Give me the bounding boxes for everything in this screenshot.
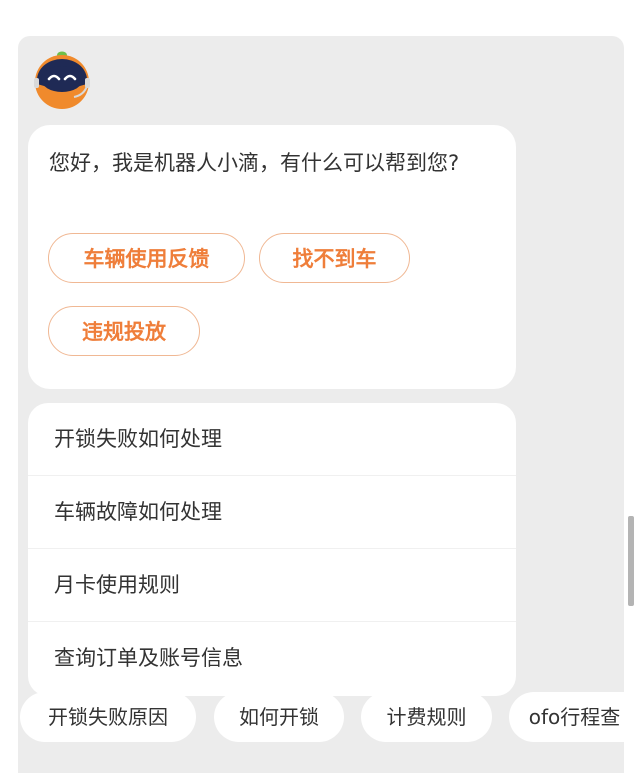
quick-action-cannot-find-bike[interactable]: 找不到车 [259,233,410,283]
greeting-text: 您好，我是机器人小滴，有什么可以帮到您? [49,151,460,175]
robot-avatar-icon [30,48,94,112]
quick-action-illegal-placement[interactable]: 违规投放 [48,306,200,356]
quick-action-vehicle-feedback[interactable]: 车辆使用反馈 [48,233,245,283]
chip-ofo-trip-query[interactable]: ofo行程查 [509,692,640,742]
faq-item-unlock-failed[interactable]: 开锁失败如何处理 [28,403,516,476]
greeting-card: 您好，我是机器人小滴，有什么可以帮到您? 车辆使用反馈 找不到车 违规投放 [28,125,516,389]
faq-item-monthly-card-rules[interactable]: 月卡使用规则 [28,549,516,622]
chip-how-to-unlock[interactable]: 如何开锁 [214,692,344,742]
scrollbar[interactable] [628,516,634,606]
faq-list: 开锁失败如何处理 车辆故障如何处理 月卡使用规则 查询订单及账号信息 [28,403,516,696]
chip-billing-rules[interactable]: 计费规则 [361,692,492,742]
chat-panel: 您好，我是机器人小滴，有什么可以帮到您? 车辆使用反馈 找不到车 违规投放 开锁… [18,36,624,773]
chip-unlock-failure-reason[interactable]: 开锁失败原因 [20,692,196,742]
faq-item-vehicle-fault[interactable]: 车辆故障如何处理 [28,476,516,549]
faq-item-order-account-info[interactable]: 查询订单及账号信息 [28,622,516,695]
